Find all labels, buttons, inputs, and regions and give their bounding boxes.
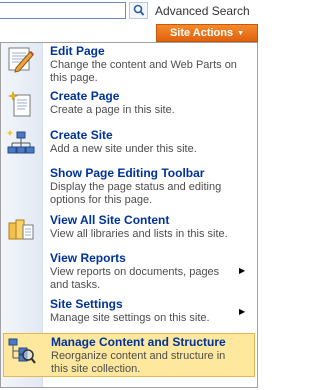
menu-item-description: Create a page in this site. xyxy=(50,104,175,116)
menu-item-description: Display the page status and editing opti… xyxy=(50,181,222,206)
site-actions-button[interactable]: Site Actions ▼ xyxy=(156,24,258,42)
menu-item-description: Manage site settings on this site. xyxy=(50,312,210,324)
menu-item-title: Site Settings xyxy=(50,297,123,311)
menu-item-title: Manage Content and Structure xyxy=(51,335,226,349)
menu-item-title: Create Site xyxy=(50,128,113,142)
menu-item-description: View all libraries and lists in this sit… xyxy=(50,228,228,240)
chevron-right-icon: ▶ xyxy=(239,266,246,275)
menu-item-create-site[interactable]: Create Site Add a new site under this si… xyxy=(1,127,257,165)
site-actions-label: Site Actions xyxy=(169,27,234,39)
menu-item-title: Show Page Editing Toolbar xyxy=(50,166,205,180)
menu-item-description: Change the content and Web Parts on this… xyxy=(50,59,237,84)
menu-item-description: Add a new site under this site. xyxy=(50,143,197,155)
create-page-icon xyxy=(6,90,36,120)
search-input[interactable] xyxy=(0,2,126,19)
menu-item-manage-content-and-structure[interactable]: Manage Content and Structure Reorganize … xyxy=(3,333,255,377)
advanced-search-link[interactable]: Advanced Search xyxy=(155,4,250,18)
view-all-content-icon xyxy=(6,214,36,244)
chevron-down-icon: ▼ xyxy=(237,29,245,37)
manage-content-icon xyxy=(7,336,37,366)
chevron-right-icon: ▶ xyxy=(239,307,246,316)
menu-item-title: Create Page xyxy=(50,89,120,103)
menu-item-title: View All Site Content xyxy=(50,213,170,227)
menu-item-edit-page[interactable]: Edit Page Change the content and Web Par… xyxy=(1,43,257,87)
menu-item-view-all-site-content[interactable]: View All Site Content View all libraries… xyxy=(1,212,257,250)
menu-item-show-page-editing-toolbar[interactable]: Show Page Editing Toolbar Display the pa… xyxy=(1,165,257,211)
edit-page-icon xyxy=(6,45,36,75)
menu-item-site-settings[interactable]: Site Settings Manage site settings on th… xyxy=(1,296,257,332)
menu-item-view-reports[interactable]: View Reports View reports on documents, … xyxy=(1,250,257,296)
top-bar: Advanced Search xyxy=(0,0,260,24)
search-icon xyxy=(133,4,145,16)
menu-item-description: View reports on documents, pages and tas… xyxy=(50,266,220,291)
create-site-icon xyxy=(6,129,36,159)
menu-item-title: Edit Page xyxy=(50,44,105,58)
menu-item-create-page[interactable]: Create Page Create a page in this site. xyxy=(1,88,257,126)
search-button[interactable] xyxy=(129,2,148,19)
menu-item-description: Reorganize content and structure in this… xyxy=(51,350,226,375)
site-actions-menu: Edit Page Change the content and Web Par… xyxy=(0,42,258,388)
menu-item-title: View Reports xyxy=(50,251,126,265)
